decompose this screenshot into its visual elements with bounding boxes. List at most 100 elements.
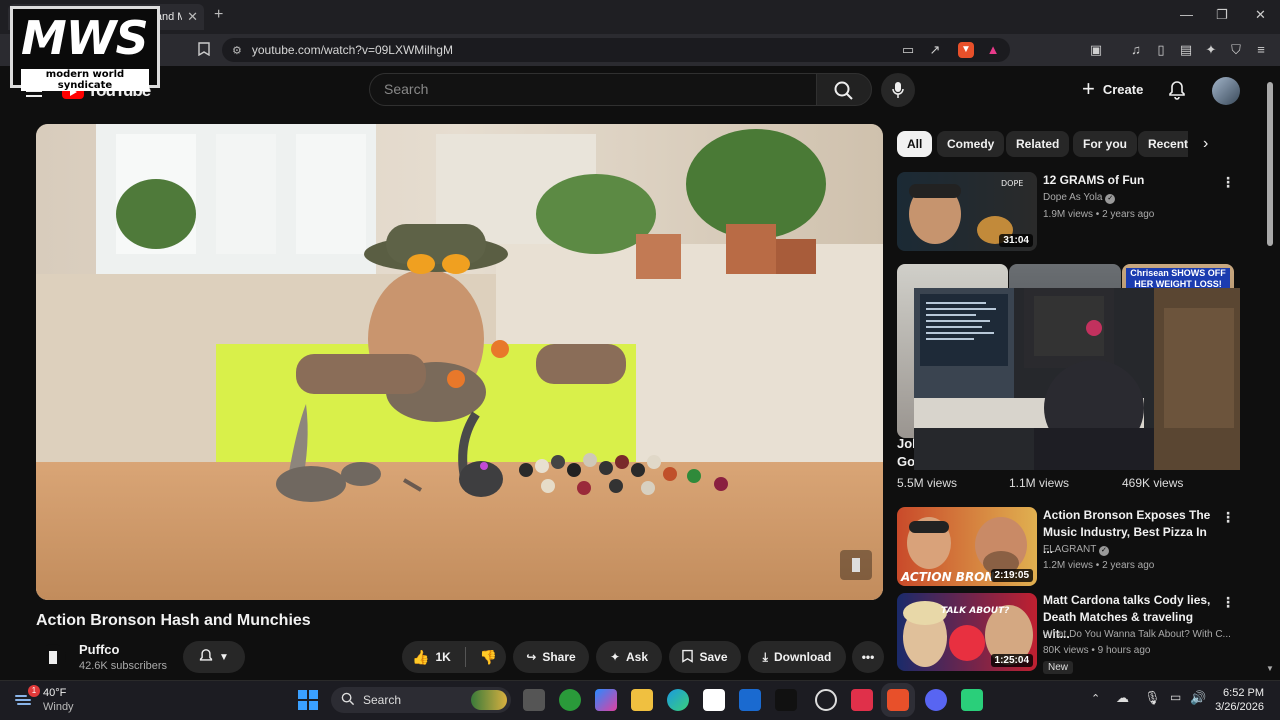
wallet-icon[interactable]: ▤: [1178, 42, 1194, 58]
chip-recent[interactable]: Recent: [1138, 131, 1188, 157]
brave-shields-icon[interactable]: ▼: [958, 42, 974, 58]
chip-comedy[interactable]: Comedy: [937, 131, 1005, 157]
close-window-button[interactable]: ✕: [1255, 7, 1266, 23]
scroll-down-arrow-icon[interactable]: ▼: [1266, 664, 1274, 673]
task-view-icon[interactable]: [523, 689, 545, 711]
weather-temperature[interactable]: 40°F: [43, 687, 66, 699]
clock-time[interactable]: 6:52 PM: [1218, 687, 1264, 699]
thumbs-up-icon: 👍: [412, 648, 430, 665]
app-icon-2[interactable]: [961, 689, 983, 711]
picture-in-picture-overlay[interactable]: [914, 288, 1240, 470]
search-icon: [341, 692, 355, 709]
menu-icon[interactable]: ≡: [1253, 42, 1269, 58]
tab-close-icon[interactable]: ✕: [187, 9, 198, 25]
network-icon[interactable]: ▭: [1170, 690, 1181, 704]
short-title-fragment-2[interactable]: Go: [897, 454, 915, 469]
channel-name[interactable]: Dope As Yola ✓: [1043, 192, 1116, 204]
brave-rewards-icon[interactable]: ▲: [985, 42, 1001, 58]
download-icon: ⤓: [762, 649, 768, 664]
site-settings-icon[interactable]: ⚙: [232, 44, 242, 57]
bookmark-save-icon: [682, 649, 694, 666]
page-scrollbar-thumb[interactable]: [1267, 82, 1273, 246]
volume-icon[interactable]: 🔊: [1190, 690, 1206, 706]
url-text: youtube.com/watch?v=09LXWMilhgM: [251, 43, 453, 57]
more-vert-icon[interactable]: ⋮: [1221, 509, 1235, 526]
voice-search-button[interactable]: [881, 73, 915, 107]
clock-date[interactable]: 3/26/2026: [1214, 701, 1264, 713]
chip-related[interactable]: Related: [1006, 131, 1070, 157]
maximize-button[interactable]: ❐: [1216, 7, 1228, 23]
more-actions-button[interactable]: •••: [852, 641, 884, 673]
bookmark-icon[interactable]: [196, 42, 212, 58]
side-panel-icon[interactable]: ▯: [1153, 42, 1169, 58]
ask-button[interactable]: ✦ Ask: [596, 641, 662, 673]
chip-for-you[interactable]: For you: [1073, 131, 1137, 157]
channel-name[interactable]: Puffco: [79, 642, 119, 657]
xbox-icon[interactable]: [559, 689, 581, 711]
tiktok-icon[interactable]: [775, 689, 797, 711]
plus-icon: +: [1082, 76, 1095, 101]
discord-icon[interactable]: [925, 689, 947, 711]
account-avatar[interactable]: [1212, 77, 1240, 105]
create-button[interactable]: + Create: [1082, 76, 1144, 101]
short-overlay-text: Chrisean SHOWS OFF HER WEIGHT LOSS!: [1126, 268, 1230, 290]
chip-all[interactable]: All: [897, 131, 933, 157]
search-input[interactable]: Search: [369, 73, 816, 106]
search-button[interactable]: [816, 73, 872, 106]
microsoft-store-icon[interactable]: [703, 689, 725, 711]
save-button[interactable]: Save: [669, 641, 741, 673]
search-icon: [834, 81, 853, 100]
new-tab-button[interactable]: +: [214, 6, 223, 24]
channel-avatar[interactable]: [40, 644, 66, 670]
video-title: Action Bronson Hash and Munchies: [36, 612, 311, 629]
video-thumbnail[interactable]: TALK ABOUT? 1:25:04: [897, 593, 1037, 671]
more-vert-icon[interactable]: ⋮: [1221, 174, 1235, 191]
app-icon[interactable]: [851, 689, 873, 711]
share-page-icon[interactable]: ↗: [927, 42, 943, 58]
cast-icon[interactable]: ▭: [900, 42, 916, 58]
verified-icon: ✓: [1098, 546, 1109, 556]
outlook-icon[interactable]: [739, 689, 761, 711]
channel-name[interactable]: FLAGRANT ✓: [1043, 544, 1109, 556]
address-bar[interactable]: ⚙ youtube.com/watch?v=09LXWMilhgM: [222, 38, 1010, 62]
weather-widget-icon[interactable]: 1: [14, 685, 40, 710]
microphone-tray-icon[interactable]: 🎙: [1144, 690, 1161, 706]
taskbar-search[interactable]: Search: [331, 687, 511, 713]
notifications-bell-icon[interactable]: [1168, 80, 1186, 105]
more-vert-icon[interactable]: ⋮: [1221, 594, 1235, 611]
file-explorer-icon[interactable]: [631, 689, 653, 711]
logo-main-text: MWS: [21, 11, 149, 65]
cloud-icon[interactable]: ☁: [1116, 690, 1129, 706]
subscribe-notification-button[interactable]: ▼: [183, 641, 245, 673]
tray-chevron-up-icon[interactable]: ⌃: [1091, 692, 1100, 705]
create-label: Create: [1102, 81, 1144, 97]
verified-icon: ✓: [1105, 194, 1116, 204]
windows-start-icon[interactable]: [298, 690, 318, 715]
video-frame-image: [36, 124, 883, 600]
vpn-icon[interactable]: ⛉: [1228, 42, 1244, 58]
video-thumbnail[interactable]: ACTION BRON 2:19:05: [897, 507, 1037, 586]
like-button[interactable]: 👍 1K: [412, 649, 451, 666]
share-button[interactable]: ↪ Share: [513, 641, 589, 673]
video-title[interactable]: 12 GRAMS of Fun: [1043, 172, 1213, 189]
video-player[interactable]: [36, 124, 883, 600]
short-title-fragment[interactable]: Jol: [897, 436, 916, 451]
music-icon[interactable]: ♫: [1128, 42, 1144, 58]
brave-browser-icon[interactable]: [881, 683, 915, 717]
video-duration: 2:19:05: [990, 569, 1033, 582]
chevron-right-icon[interactable]: ›: [1203, 135, 1208, 153]
weather-description: Windy: [43, 701, 74, 713]
steam-icon[interactable]: [815, 689, 837, 711]
video-thumbnail[interactable]: DOPE 31:04: [897, 172, 1037, 251]
short-views-1: 5.5M views: [897, 476, 958, 490]
taskbar-search-label: Search: [363, 693, 402, 707]
minimize-button[interactable]: —: [1180, 7, 1193, 22]
dislike-button[interactable]: 👎: [480, 649, 497, 666]
video-meta: 1.9M views • 2 years ago: [1043, 209, 1155, 220]
leo-ai-icon[interactable]: ✦: [1203, 42, 1219, 58]
sidebar-toggle-icon[interactable]: ▣: [1088, 42, 1104, 58]
copilot-icon[interactable]: [595, 689, 617, 711]
channel-name[interactable]: What Do You Wanna Talk About? With C...: [1043, 629, 1233, 640]
download-button[interactable]: ⤓ Download: [748, 641, 846, 673]
edge-browser-icon[interactable]: [667, 689, 689, 711]
